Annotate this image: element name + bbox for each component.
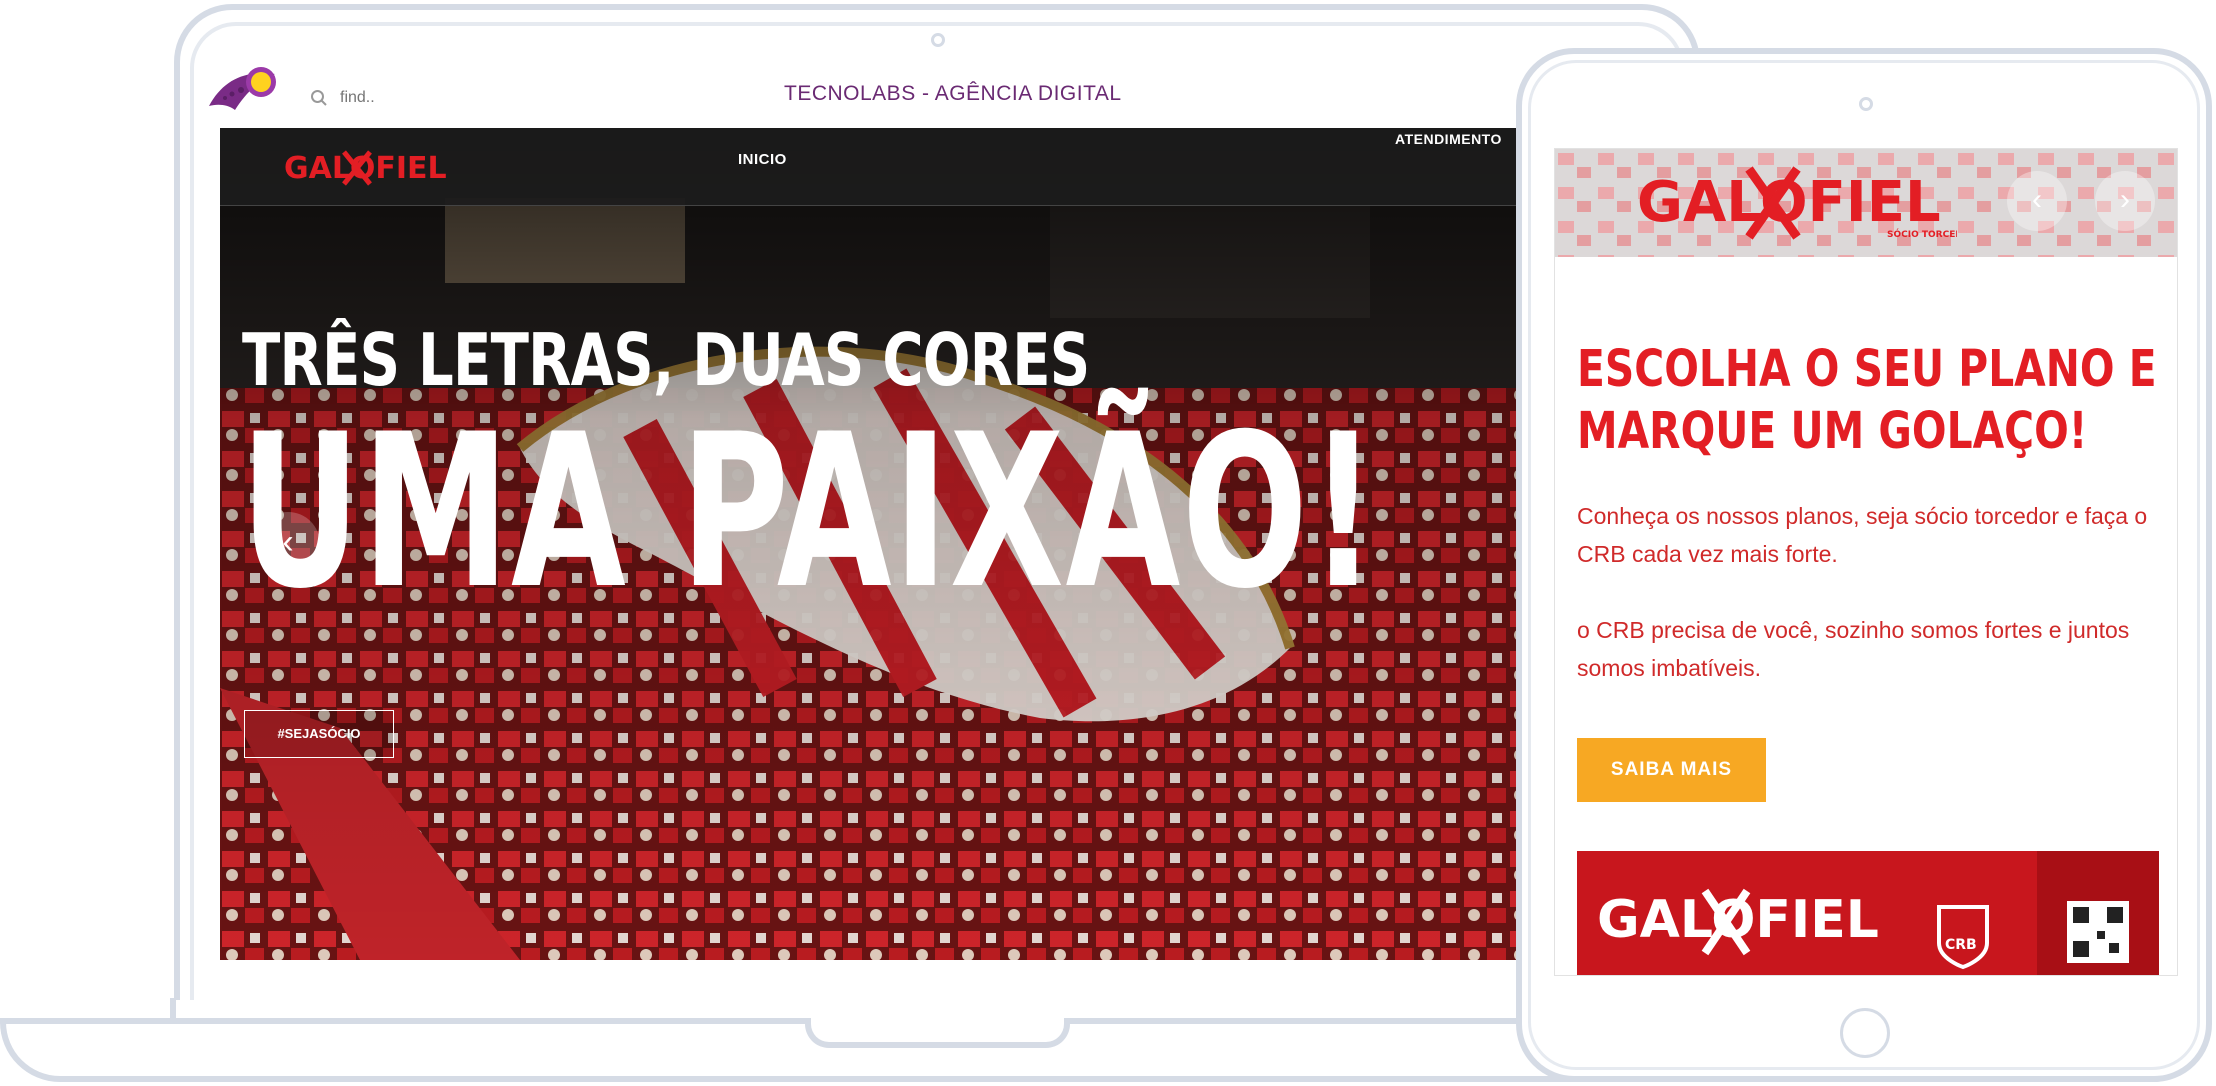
search-icon: [311, 90, 327, 106]
laptop-camera: [931, 33, 945, 47]
site-title: TECNOLABS - AGÊNCIA DIGITAL: [784, 82, 1122, 105]
tablet-carousel-prev-button[interactable]: ‹: [2007, 171, 2067, 231]
search-bar[interactable]: [310, 84, 582, 112]
nav-link-atendimento[interactable]: ATENDIMENTO: [1395, 131, 1502, 147]
tablet-logo-tagline: SÓCIO TORCEDOR: [1887, 228, 1957, 240]
laptop-notch: [805, 1018, 1070, 1048]
hero-screen: GALOFIEL INICIO ATENDIMENTO TRÊS LETRAS,…: [220, 128, 1516, 960]
saiba-mais-button[interactable]: SAIBA MAIS: [1577, 738, 1766, 802]
tecnolabs-logo-icon[interactable]: [205, 60, 291, 116]
plans-paragraph-1: Conheça os nossos planos, seja sócio tor…: [1577, 503, 2148, 567]
tablet-screen: GALOFIEL SÓCIO TORCEDOR ‹ › ESCOLHA O SE…: [1554, 148, 2178, 976]
tablet-header: GALOFIEL SÓCIO TORCEDOR ‹ ›: [1555, 149, 2177, 257]
hero-navbar: GALOFIEL INICIO ATENDIMENTO: [220, 128, 1516, 206]
plans-heading-line-1: ESCOLHA O SEU PLANO E: [1577, 340, 2157, 399]
hero-title: UMA PAIXÃO!: [240, 388, 1379, 635]
galofiel-logo-icon[interactable]: GALOFIEL: [282, 140, 452, 192]
search-input[interactable]: [338, 88, 582, 108]
tablet-carousel-next-button[interactable]: ›: [2095, 171, 2155, 231]
plans-paragraph-2: o CRB precisa de você, sozinho somos for…: [1577, 617, 2130, 681]
plans-heading-line-2: MARQUE UM GOLAÇO!: [1577, 402, 2088, 461]
tablet-camera: [1859, 97, 1873, 111]
nav-link-inicio[interactable]: INICIO: [738, 151, 787, 168]
carousel-prev-button[interactable]: ‹: [256, 512, 320, 576]
galofiel-card-banner: GALOFIEL CRB: [1577, 851, 2159, 975]
banner-badge-text: CRB: [1945, 937, 1977, 953]
seja-socio-button[interactable]: #SEJASÓCIO: [244, 710, 394, 758]
plans-heading: ESCOLHA O SEU PLANO E MARQUE UM GOLAÇO!: [1577, 339, 2157, 463]
tablet-home-button: [1840, 1008, 1890, 1058]
galofiel-socio-torcedor-logo-icon: GALOFIEL SÓCIO TORCEDOR: [1637, 166, 1957, 240]
